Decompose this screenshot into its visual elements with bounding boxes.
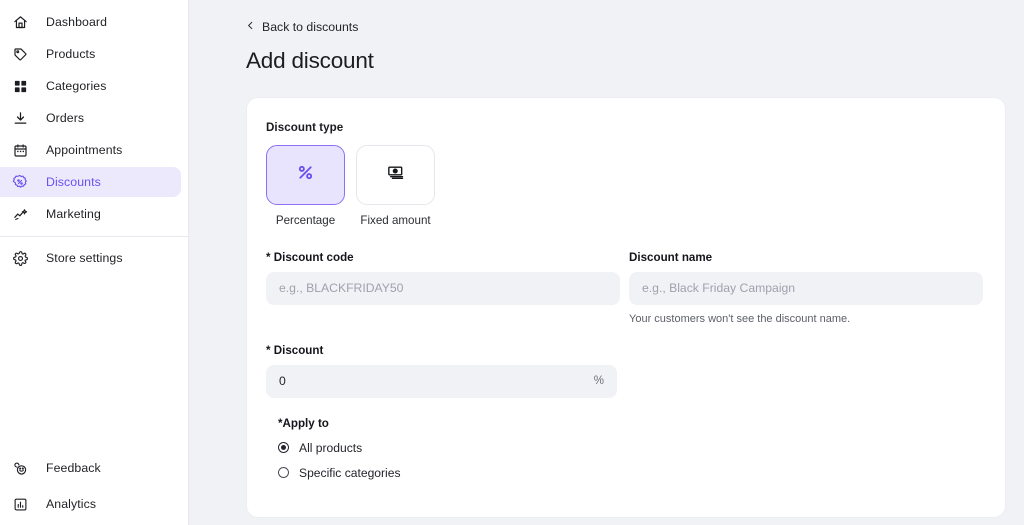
sidebar-item-marketing[interactable]: Marketing xyxy=(0,199,181,229)
discount-name-field-group: Discount name e.g., Black Friday Campaig… xyxy=(629,251,983,325)
sidebar-item-appointments[interactable]: Appointments xyxy=(0,135,181,165)
discount-type-option-fixed-amount[interactable]: Fixed amount xyxy=(356,145,435,227)
download-icon xyxy=(9,107,31,129)
discount-name-input[interactable]: e.g., Black Friday Campaign xyxy=(629,272,983,305)
discount-badge-icon xyxy=(9,171,31,193)
discount-code-label: * Discount code xyxy=(266,251,620,264)
sidebar-item-store-settings[interactable]: Store settings xyxy=(0,243,181,273)
discount-type-percentage-box xyxy=(266,145,345,205)
sidebar-item-feedback[interactable]: Feedback xyxy=(0,453,181,483)
sidebar-item-products[interactable]: Products xyxy=(0,39,181,69)
apply-to-option-all-products[interactable]: All products xyxy=(278,441,983,455)
discount-name-label: Discount name xyxy=(629,251,983,264)
sidebar: Dashboard Products Categories Orders xyxy=(0,0,189,525)
discount-type-percentage-caption: Percentage xyxy=(266,214,345,227)
sidebar-divider xyxy=(0,236,188,237)
apply-to-option-specific-categories[interactable]: Specific categories xyxy=(278,466,983,480)
back-to-discounts-link[interactable]: Back to discounts xyxy=(246,20,358,34)
sidebar-item-label: Categories xyxy=(46,79,106,93)
apply-to-specific-categories-label: Specific categories xyxy=(299,466,401,480)
page-title: Add discount xyxy=(246,48,1005,74)
discount-amount-field-group: * Discount 0 % xyxy=(266,344,983,398)
sidebar-bottom-group: Feedback Analytics xyxy=(0,451,188,525)
discount-code-placeholder: e.g., BLACKFRIDAY50 xyxy=(279,281,403,295)
radio-specific-categories-icon xyxy=(278,467,289,478)
discount-amount-label: * Discount xyxy=(266,344,983,357)
discount-code-field-group: * Discount code e.g., BLACKFRIDAY50 xyxy=(266,251,620,325)
gear-icon xyxy=(9,247,31,269)
sidebar-item-dashboard[interactable]: Dashboard xyxy=(0,7,181,37)
banknote-icon xyxy=(386,162,406,187)
main-content: Back to discounts Add discount Discount … xyxy=(189,0,1024,525)
calendar-icon xyxy=(9,139,31,161)
back-link-label: Back to discounts xyxy=(262,20,358,34)
apply-to-all-products-label: All products xyxy=(299,441,362,455)
radio-all-products-icon xyxy=(278,442,289,453)
sidebar-item-label: Products xyxy=(46,47,95,61)
trend-chart-icon xyxy=(9,203,31,225)
sidebar-item-label: Dashboard xyxy=(46,15,107,29)
sidebar-item-categories[interactable]: Categories xyxy=(0,71,181,101)
percent-suffix: % xyxy=(594,375,604,387)
discount-type-options: Percentage Fixed amount xyxy=(266,145,983,227)
discount-amount-value: 0 xyxy=(279,374,286,388)
discount-type-fixed-amount-box xyxy=(356,145,435,205)
bar-chart-icon xyxy=(9,493,31,515)
sidebar-item-label: Discounts xyxy=(46,175,101,189)
sidebar-primary-group: Dashboard Products Categories Orders xyxy=(0,0,188,275)
app-root: Dashboard Products Categories Orders xyxy=(0,0,1024,525)
sidebar-item-orders[interactable]: Orders xyxy=(0,103,181,133)
sidebar-item-label: Feedback xyxy=(46,461,101,475)
discount-name-placeholder: e.g., Black Friday Campaign xyxy=(642,281,795,295)
sidebar-item-label: Appointments xyxy=(46,143,122,157)
discount-type-label: Discount type xyxy=(266,121,983,134)
home-icon xyxy=(9,11,31,33)
tag-icon xyxy=(9,43,31,65)
sidebar-item-analytics[interactable]: Analytics xyxy=(0,489,181,519)
sidebar-item-discounts[interactable]: Discounts xyxy=(0,167,181,197)
chevron-left-icon xyxy=(246,20,255,33)
apply-to-label: *Apply to xyxy=(278,417,983,430)
sidebar-item-label: Analytics xyxy=(46,497,96,511)
discount-code-input[interactable]: e.g., BLACKFRIDAY50 xyxy=(266,272,620,305)
sidebar-item-label: Marketing xyxy=(46,207,101,221)
add-discount-form-card: Discount type Percentage xyxy=(246,97,1006,518)
discount-name-helper-text: Your customers won't see the discount na… xyxy=(629,313,983,325)
sidebar-item-label: Store settings xyxy=(46,251,123,265)
feedback-smiley-icon xyxy=(9,457,31,479)
grid-icon xyxy=(9,75,31,97)
code-and-name-row: * Discount code e.g., BLACKFRIDAY50 Disc… xyxy=(266,251,983,325)
percent-icon xyxy=(296,163,315,187)
discount-amount-input[interactable]: 0 % xyxy=(266,365,617,398)
discount-type-option-percentage[interactable]: Percentage xyxy=(266,145,345,227)
sidebar-item-label: Orders xyxy=(46,111,84,125)
discount-type-fixed-amount-caption: Fixed amount xyxy=(356,214,435,227)
